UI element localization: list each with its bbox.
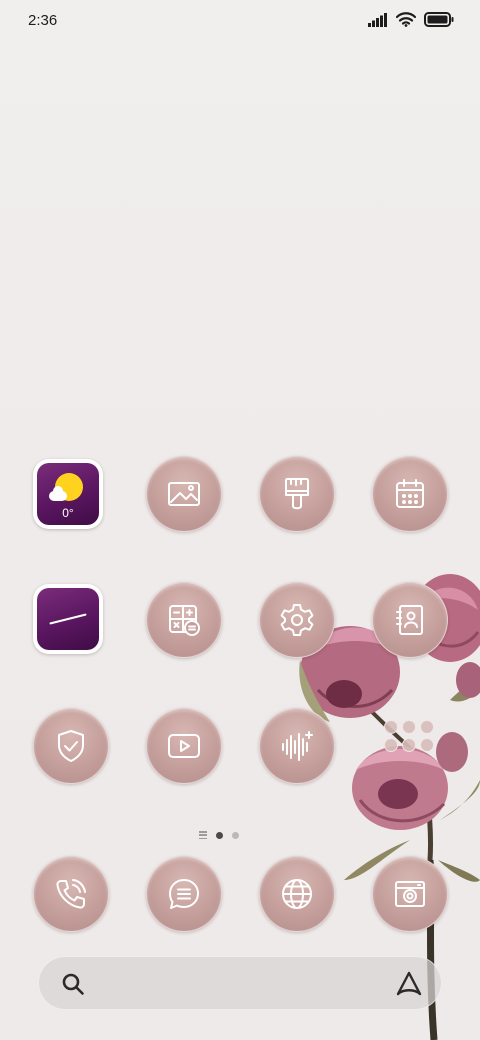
page-list-icon	[199, 831, 207, 839]
camera-icon	[372, 856, 448, 932]
contacts-book-icon	[372, 582, 448, 658]
paint-brush-icon	[259, 456, 335, 532]
messages-app[interactable]	[146, 856, 222, 932]
weather-app[interactable]: 0°	[33, 459, 109, 535]
calculator-app[interactable]	[146, 582, 222, 658]
globe-icon	[259, 856, 335, 932]
folder-mini-app	[384, 720, 398, 734]
page-dot-active	[216, 831, 223, 839]
camera-app[interactable]	[372, 856, 448, 932]
folder-mini-app	[420, 720, 434, 734]
calendar-app[interactable]	[372, 456, 448, 532]
wifi-icon	[396, 12, 416, 27]
phone-icon	[33, 856, 109, 932]
calculator-icon	[146, 582, 222, 658]
play-icon	[146, 708, 222, 784]
weather-icon: 0°	[37, 463, 99, 525]
cloud-icon	[49, 486, 67, 501]
settings-app[interactable]	[259, 582, 335, 658]
assistant-icon[interactable]	[395, 971, 423, 997]
battery-icon	[424, 12, 454, 27]
video-app[interactable]	[146, 708, 222, 784]
weather-temperature: 0°	[62, 506, 74, 520]
gallery-icon	[146, 456, 222, 532]
page-dot	[232, 831, 239, 839]
signal-icon	[368, 12, 387, 27]
weather-widget-frame: 0°	[33, 459, 103, 529]
folder-mini-app	[402, 720, 416, 734]
search-bar[interactable]	[38, 956, 442, 1010]
folder-mini-app	[384, 738, 398, 752]
sound-wave-icon	[259, 708, 335, 784]
themes-app[interactable]	[259, 456, 335, 532]
status-icons	[368, 12, 454, 27]
clock-widget-frame	[33, 584, 103, 654]
phone-app[interactable]	[33, 856, 109, 932]
recorder-app[interactable]	[259, 708, 335, 784]
browser-app[interactable]	[259, 856, 335, 932]
clock-icon	[37, 588, 99, 650]
status-bar: 2:36	[0, 0, 480, 44]
folder-mini-app	[420, 738, 434, 752]
status-time: 2:36	[28, 12, 58, 29]
shield-check-icon	[33, 708, 109, 784]
folder-icon	[384, 720, 434, 752]
calendar-icon	[372, 456, 448, 532]
message-icon	[146, 856, 222, 932]
clock-app[interactable]	[33, 584, 109, 660]
clock-hand	[49, 613, 87, 625]
app-folder[interactable]	[372, 708, 448, 784]
security-app[interactable]	[33, 708, 109, 784]
gear-icon	[259, 582, 335, 658]
page-indicator[interactable]	[199, 831, 239, 839]
contacts-app[interactable]	[372, 582, 448, 658]
gallery-app[interactable]	[146, 456, 222, 532]
folder-mini-app	[402, 738, 416, 752]
search-icon[interactable]	[61, 972, 85, 996]
